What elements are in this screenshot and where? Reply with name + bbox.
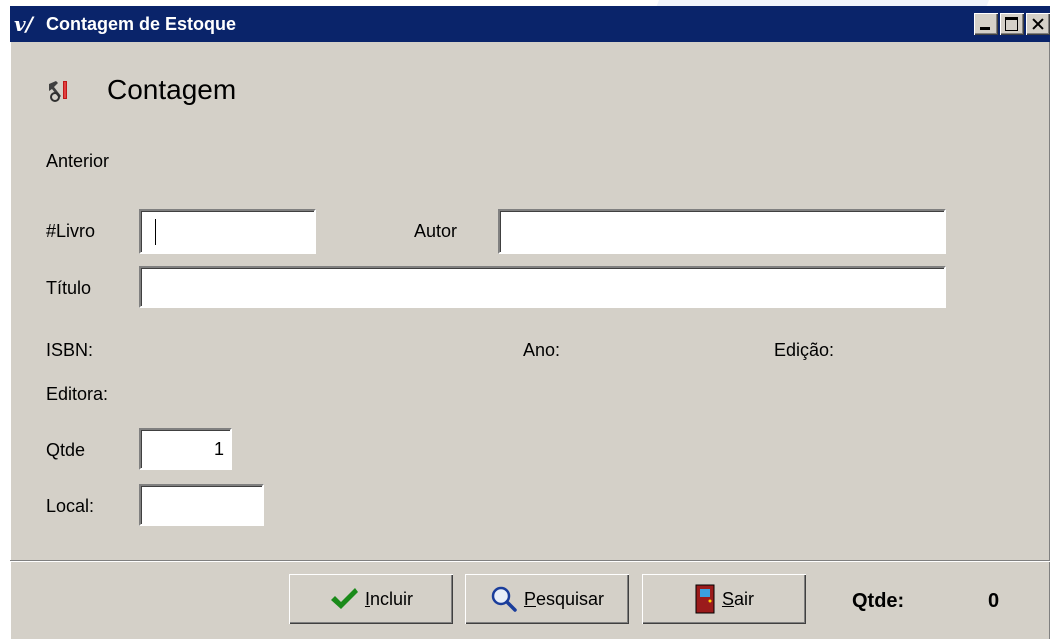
qtde-label: Qtde bbox=[46, 440, 86, 460]
window-controls bbox=[974, 13, 1050, 35]
pesquisar-label: esquisar bbox=[535, 588, 605, 609]
door-icon bbox=[695, 584, 715, 614]
pesquisar-button[interactable]: Pesquisar bbox=[465, 574, 629, 624]
app-window: v/ Contagem de Estoque Contagem Anterior… bbox=[10, 6, 1050, 639]
ano-label: Ano: bbox=[523, 340, 561, 360]
footer-separator bbox=[10, 560, 1050, 562]
magnifier-icon bbox=[491, 586, 517, 612]
incluir-label: ncluir bbox=[370, 588, 414, 609]
edicao-label: Edição: bbox=[774, 340, 835, 360]
page-title: Contagem bbox=[107, 74, 237, 105]
titulo-label: Título bbox=[46, 278, 92, 298]
livro-input[interactable] bbox=[139, 209, 316, 254]
close-button[interactable] bbox=[1026, 13, 1050, 35]
qtde-input[interactable] bbox=[139, 428, 232, 470]
livro-label: #Livro bbox=[46, 221, 96, 241]
isbn-label: ISBN: bbox=[46, 340, 94, 360]
local-input[interactable] bbox=[139, 484, 264, 526]
text-caret bbox=[155, 219, 156, 245]
autor-input[interactable] bbox=[498, 209, 946, 254]
total-qtde-count: 0 bbox=[988, 590, 1000, 612]
autor-label: Autor bbox=[414, 221, 458, 241]
app-v-icon: v/ bbox=[14, 12, 33, 36]
incluir-button[interactable]: Incluir bbox=[289, 574, 453, 624]
title-bar[interactable]: v/ Contagem de Estoque bbox=[10, 6, 1050, 42]
editora-label: Editora: bbox=[46, 384, 109, 404]
anterior-label: Anterior bbox=[46, 151, 110, 171]
minimize-button[interactable] bbox=[974, 13, 998, 35]
maximize-button[interactable] bbox=[1000, 13, 1024, 35]
tools-icon bbox=[49, 81, 67, 102]
titulo-input[interactable] bbox=[139, 266, 946, 308]
sair-button[interactable]: Sair bbox=[642, 574, 806, 624]
sair-accelerator: S bbox=[721, 588, 734, 609]
checkmark-icon bbox=[330, 588, 358, 609]
total-qtde-label: Qtde: bbox=[852, 590, 905, 612]
sair-label: air bbox=[734, 588, 755, 609]
window-title: Contagem de Estoque bbox=[46, 13, 237, 34]
local-label: Local: bbox=[46, 496, 95, 516]
pesquisar-accelerator: P bbox=[523, 588, 536, 609]
